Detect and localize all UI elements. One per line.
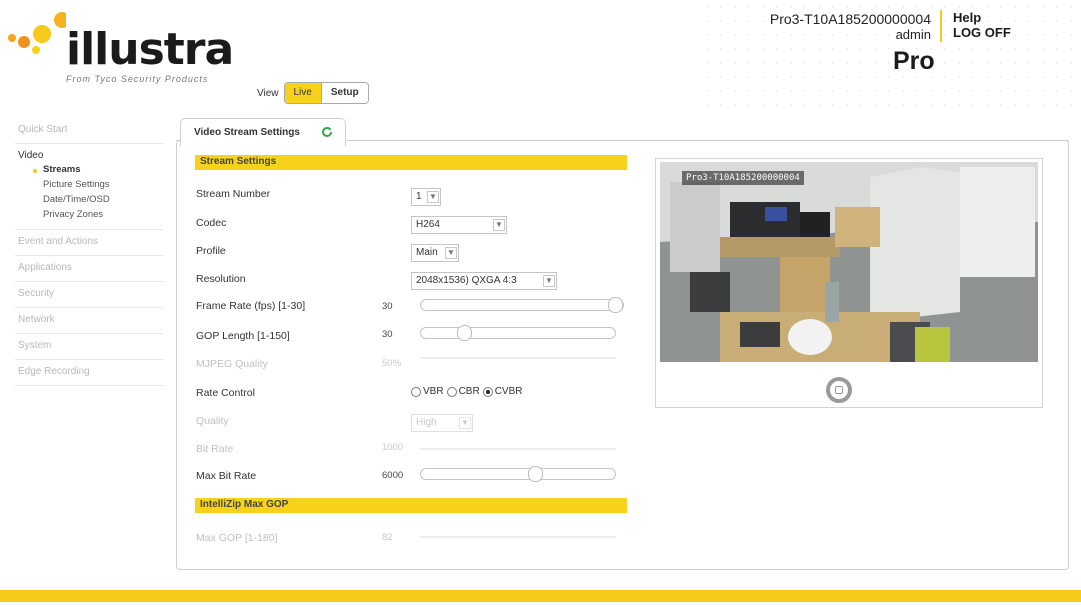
intellizip-header: IntelliZip Max GOP (195, 498, 627, 513)
chevron-down-icon: ▼ (459, 417, 471, 429)
sidebar-item-security[interactable]: Security (15, 282, 163, 308)
sidebar-video-group: Video Streams Picture Settings Date/Time… (15, 144, 163, 230)
max-bit-rate-label: Max Bit Rate (196, 470, 257, 482)
resolution-select[interactable]: 2048x1536) QXGA 4:3 ▼ (411, 272, 557, 290)
sidebar-item-applications[interactable]: Applications (15, 256, 163, 282)
help-link[interactable]: Help (953, 10, 981, 25)
resolution-label: Resolution (196, 273, 246, 285)
vbr-radio[interactable] (411, 386, 421, 397)
sidebar-item-event-and-actions[interactable]: Event and Actions (15, 230, 163, 256)
gop-length-value: 30 (382, 329, 393, 340)
sidebar: Quick Start Video Streams Picture Settin… (15, 118, 163, 386)
quality-value: High (416, 417, 437, 428)
mjpeg-quality-slider (420, 357, 616, 359)
stream-number-select[interactable]: 1 ▼ (411, 188, 441, 206)
vbr-label: VBR (423, 386, 444, 397)
codec-label: Codec (196, 217, 227, 229)
profile-value: Main (416, 247, 438, 258)
logoff-link[interactable]: LOG OFF (953, 25, 1011, 40)
bit-rate-slider (420, 448, 616, 450)
gop-length-slider[interactable] (420, 325, 616, 341)
cvbr-radio[interactable] (482, 386, 493, 397)
office-scene-image (660, 162, 1038, 362)
cvbr-label: CVBR (494, 386, 523, 397)
gop-length-slider-handle[interactable] (457, 325, 472, 341)
setup-button[interactable]: Setup (320, 83, 368, 103)
quality-label: Quality (196, 415, 229, 427)
max-bit-rate-slider[interactable] (420, 466, 616, 482)
user-name: admin (895, 27, 931, 42)
footer-bar (0, 590, 1081, 602)
chevron-down-icon: ▼ (427, 191, 439, 203)
resolution-value: 2048x1536) QXGA 4:3 (416, 275, 517, 286)
cbr-label: CBR (458, 386, 480, 397)
stream-number-label: Stream Number (196, 188, 271, 200)
codec-value: H264 (416, 219, 440, 230)
sidebar-item-date-time-osd[interactable]: Date/Time/OSD (15, 193, 163, 208)
sidebar-item-quick-start[interactable]: Quick Start (15, 118, 163, 144)
profile-label: Profile (196, 245, 226, 257)
logo-tagline: From Tyco Security Products (66, 74, 209, 84)
stop-icon (835, 386, 843, 394)
tab-label: Video Stream Settings (194, 127, 300, 138)
refresh-icon[interactable] (321, 126, 333, 138)
max-bit-rate-value: 6000 (382, 470, 404, 481)
sidebar-item-video[interactable]: Video (15, 144, 163, 163)
sidebar-item-picture-settings[interactable]: Picture Settings (15, 178, 163, 193)
codec-select[interactable]: H264 ▼ (411, 216, 507, 234)
frame-rate-slider[interactable] (420, 297, 624, 313)
header-divider (940, 10, 942, 42)
edition-label: Pro (893, 47, 935, 75)
stop-button[interactable] (826, 377, 852, 403)
frame-rate-slider-handle[interactable] (608, 297, 623, 313)
view-label: View (257, 87, 279, 99)
max-gop-slider (420, 536, 616, 538)
logo-dots-icon (8, 12, 66, 54)
tab-video-stream-settings[interactable]: Video Stream Settings (180, 118, 346, 146)
chevron-down-icon: ▼ (543, 275, 555, 287)
frame-rate-value: 30 (382, 301, 393, 312)
gop-length-label: GOP Length [1-150] (196, 330, 290, 342)
sidebar-item-edge-recording[interactable]: Edge Recording (15, 360, 163, 386)
mjpeg-quality-label: MJPEG Quality (196, 358, 268, 370)
stream-number-value: 1 (416, 191, 422, 202)
bit-rate-value: 1000 (382, 442, 404, 453)
rate-control-label: Rate Control (196, 387, 255, 399)
bit-rate-label: Bit Rate (196, 443, 234, 455)
frame-rate-label: Frame Rate (fps) [1-30] (196, 300, 306, 312)
live-button[interactable]: Live (284, 83, 321, 103)
quality-select: High ▼ (411, 414, 473, 432)
live-preview: Pro3-T10A185200000004 (655, 158, 1043, 408)
video-stream: Pro3-T10A185200000004 (660, 162, 1038, 362)
max-bit-rate-slider-handle[interactable] (528, 466, 543, 482)
profile-select[interactable]: Main ▼ (411, 244, 459, 262)
cbr-radio[interactable] (446, 386, 457, 397)
chevron-down-icon: ▼ (445, 247, 457, 259)
view-toggle: Live Setup (283, 82, 369, 104)
illustra-logo: illustra From Tyco Security Products (6, 10, 246, 90)
rate-control-options: VBR CBR CVBR (411, 386, 525, 397)
chevron-down-icon: ▼ (493, 219, 505, 231)
logo-word: illustra (66, 24, 234, 75)
sidebar-item-system[interactable]: System (15, 334, 163, 360)
max-gop-value: 82 (382, 532, 393, 543)
video-caption: Pro3-T10A185200000004 (682, 171, 804, 185)
sidebar-item-privacy-zones[interactable]: Privacy Zones (15, 208, 163, 223)
sidebar-item-network[interactable]: Network (15, 308, 163, 334)
max-gop-label: Max GOP [1-180] (196, 532, 278, 544)
mjpeg-quality-value: 50% (382, 358, 402, 369)
view-toggle-area: View Live Setup (257, 81, 369, 105)
stream-settings-header: Stream Settings (195, 155, 627, 170)
sidebar-item-streams[interactable]: Streams (15, 163, 163, 178)
device-id: Pro3-T10A185200000004 (769, 11, 931, 27)
